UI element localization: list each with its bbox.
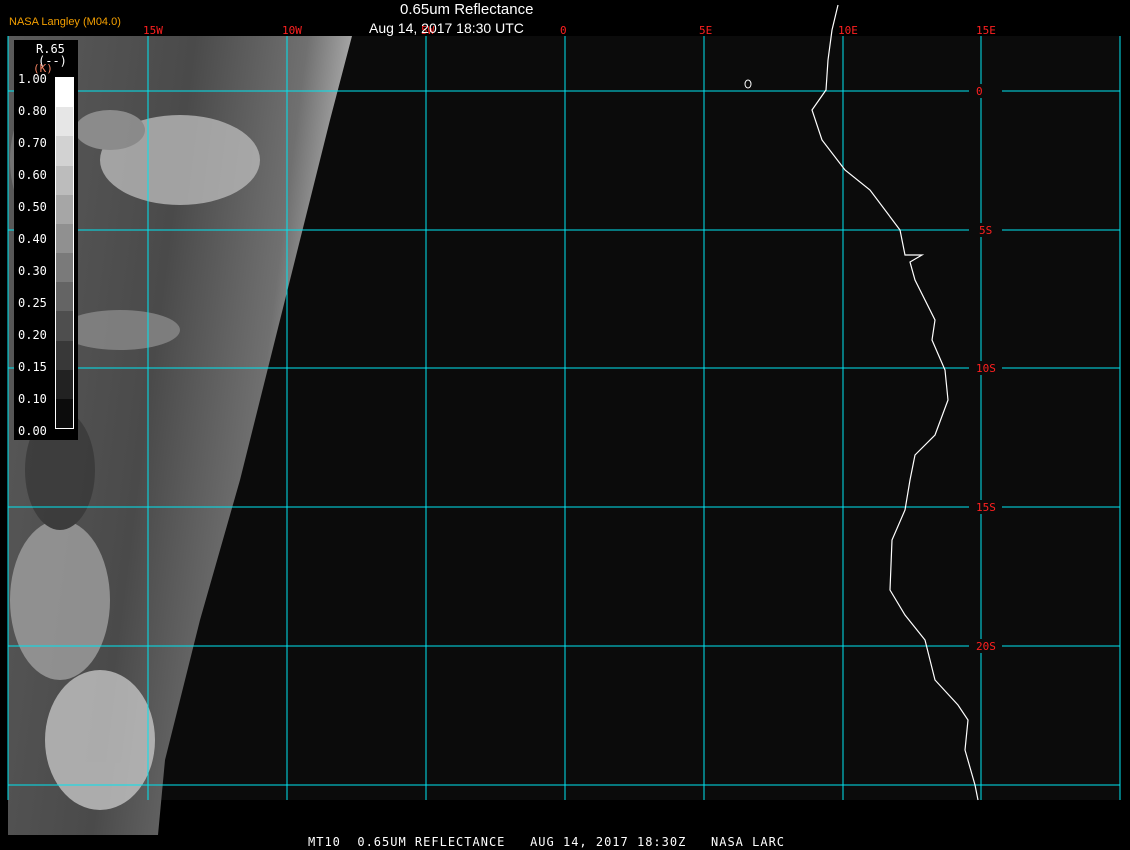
colorbar-step — [56, 253, 73, 283]
colorbar-step — [56, 107, 73, 137]
credit-label: NASA Langley (M04.0) — [9, 16, 121, 28]
longitude-label: 10W — [282, 24, 302, 37]
longitude-label: 5E — [699, 24, 712, 37]
colorbar-step — [56, 340, 73, 370]
latitude-label: 20S — [976, 640, 996, 653]
colorbar-step — [56, 369, 73, 399]
longitude-label: 15E — [976, 24, 996, 37]
colorbar: R.65 (--) (K) 1.00 0.80 0.70 0.60 0.50 0.40 0.… — [14, 40, 78, 440]
colorbar-step — [56, 311, 73, 341]
image-timestamp: Aug 14, 2017 18:30 UTC — [369, 20, 524, 36]
colorbar-tick-label: 0.70 — [18, 136, 47, 150]
colorbar-tick-label: 0.00 — [18, 424, 47, 438]
colorbar-step — [56, 136, 73, 166]
colorbar-tick-label: 0.10 — [18, 392, 47, 406]
image-title: 0.65um Reflectance — [400, 1, 534, 18]
colorbar-step — [56, 165, 73, 195]
colorbar-step — [56, 78, 73, 108]
footer-caption: MT10 0.65UM REFLECTANCE AUG 14, 2017 18:… — [308, 835, 786, 849]
longitude-label: 10E — [838, 24, 858, 37]
longitude-label: 0 — [560, 24, 567, 37]
colorbar-step — [56, 194, 73, 224]
colorbar-step — [56, 223, 73, 254]
longitude-label: 15W — [143, 24, 163, 37]
colorbar-scale — [55, 77, 74, 429]
colorbar-tick-label: 0.20 — [18, 328, 47, 342]
colorbar-tick-label: 0.40 — [18, 232, 47, 246]
colorbar-tick-label: 0.60 — [18, 168, 47, 182]
colorbar-tick-label: 0.50 — [18, 200, 47, 214]
colorbar-tick-label: 0.15 — [18, 360, 47, 374]
colorbar-tick-label: 0.25 — [18, 296, 47, 310]
colorbar-tick-label: 1.00 — [18, 72, 47, 86]
colorbar-tick-label: 0.80 — [18, 104, 47, 118]
colorbar-tick-label: 0.30 — [18, 264, 47, 278]
latitude-label: 10S — [976, 362, 996, 375]
colorbar-step — [56, 398, 73, 429]
latitude-label: 5S — [979, 224, 992, 237]
satellite-map: 15W 10W 5W 0 5E 10E 15E05S10S15S20S — [7, 4, 1121, 835]
latitude-label: 0 — [976, 85, 983, 98]
colorbar-step — [56, 282, 73, 312]
latitude-label: 15S — [976, 501, 996, 514]
